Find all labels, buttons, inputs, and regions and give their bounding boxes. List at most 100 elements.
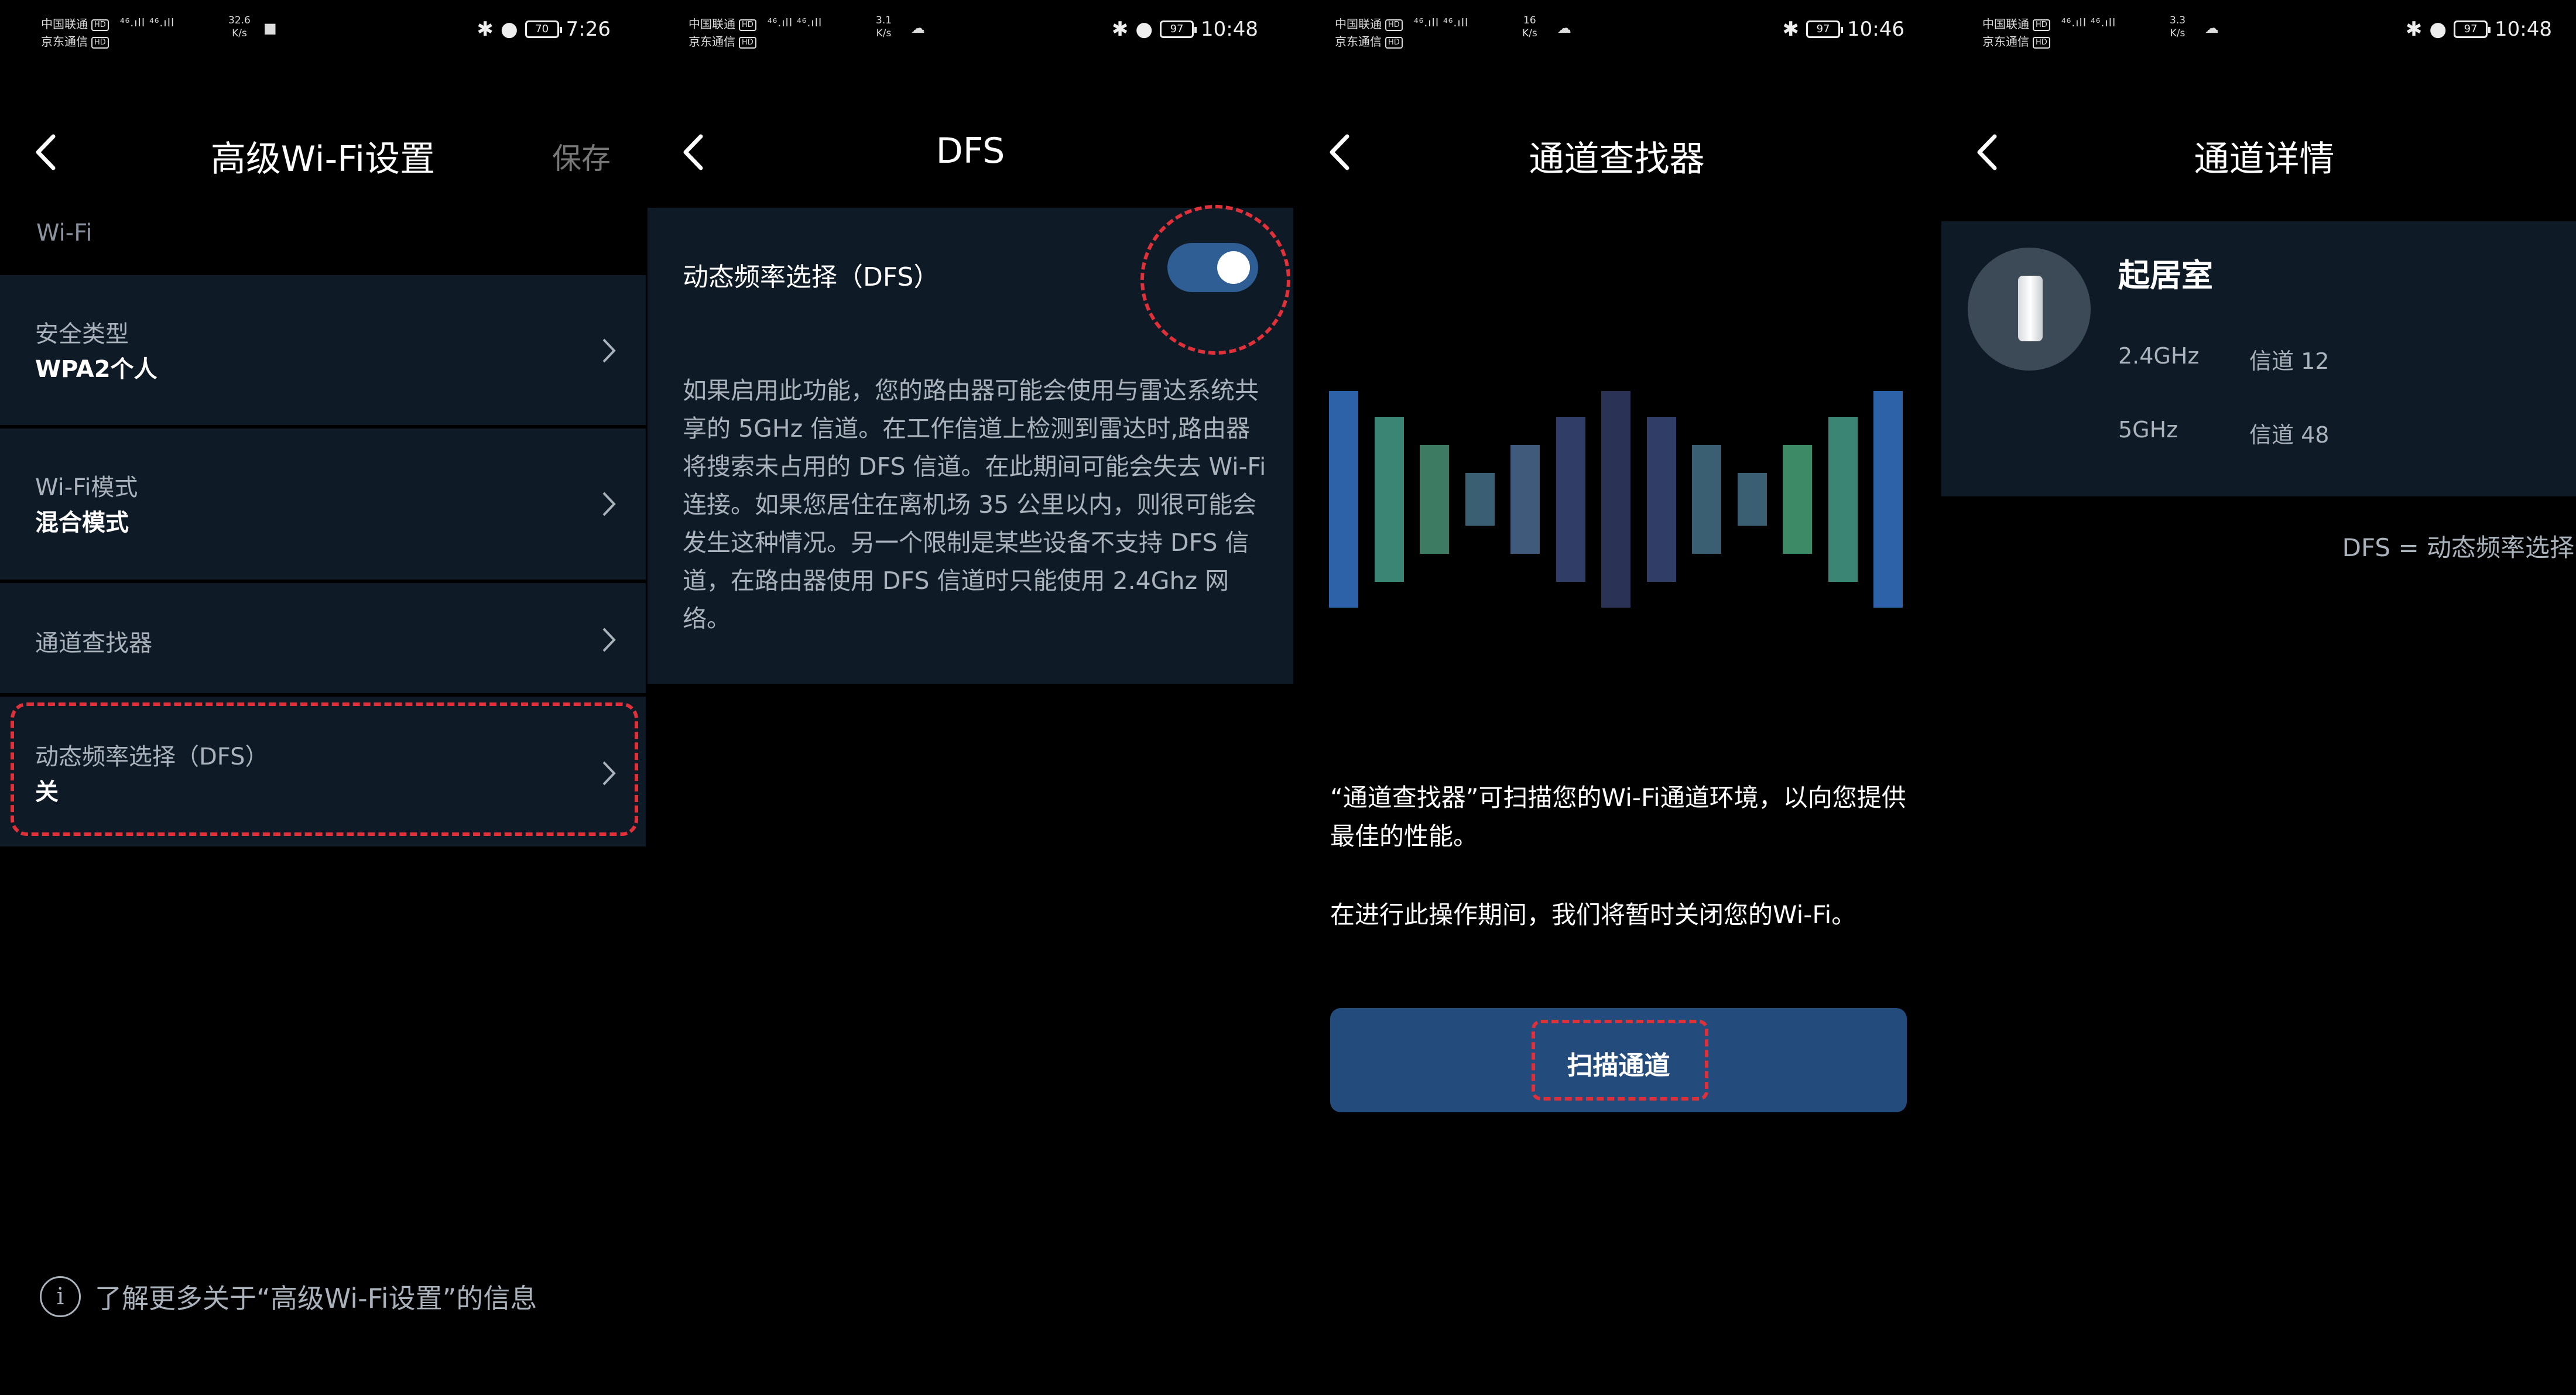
header: 通道查找器 [1294, 114, 1940, 190]
chevron-right-icon [601, 488, 616, 525]
hd-badge: HD [739, 19, 756, 31]
status-right: ✱ ● 97 10:48 [1112, 18, 1258, 41]
bluetooth-icon: ✱ [1111, 18, 1129, 41]
hd-badge: HD [2033, 19, 2050, 31]
wifi-mode-row[interactable]: Wi-Fi模式 混合模式 [0, 426, 646, 580]
clock: 10:48 [2495, 18, 2552, 41]
channel-finder-row[interactable]: 通道查找器 [0, 581, 646, 693]
channel-bar [1828, 417, 1858, 582]
carrier-2: 京东通信 [688, 35, 735, 49]
row-value: 混合模式 [35, 509, 129, 536]
hd-badge: HD [1385, 36, 1403, 49]
learn-more-text: 了解更多关于“高级Wi-Fi设置”的信息 [95, 1283, 537, 1314]
router-node-avatar [1968, 248, 2091, 371]
section-label: Wi-Fi [36, 220, 93, 246]
chevron-right-icon [601, 624, 616, 661]
room-name: 起居室 [2118, 257, 2213, 294]
status-bar: 中国联通 HD 京东通信 HD ⁴⁶.ıll ⁴⁶.ıll 32.6 K/s ■ ✱ … [0, 0, 646, 64]
status-right: ✱ ● 70 7:26 [477, 18, 611, 41]
band-label: 5GHz [2118, 417, 2178, 443]
bluetooth-icon: ✱ [477, 18, 494, 41]
dfs-screen: 中国联通 HD 京东通信 HD ⁴⁶.ıll ⁴⁶.ıll 3.1 K/s ☁ ✱ ●… [648, 0, 1293, 1395]
channel-bar [1510, 445, 1540, 554]
highlight-annotation [1140, 205, 1290, 355]
hd-badge: HD [91, 36, 109, 49]
channel-bar [1737, 473, 1767, 526]
hd-badge: HD [739, 36, 756, 49]
page-title: 通道查找器 [1529, 139, 1705, 180]
clock: 10:48 [1201, 18, 1258, 41]
advanced-wifi-settings-screen: 中国联通 HD 京东通信 HD ⁴⁶.ıll ⁴⁶.ıll 32.6 K/s ■ ✱ … [0, 0, 646, 1395]
clock: 10:46 [1847, 18, 1904, 41]
location-icon: ● [500, 18, 518, 41]
dfs-description: 如果启用此功能，您的路由器可能会使用与雷达系统共享的 5GHz 信道。在工作信道… [683, 376, 1266, 633]
channel-bar [1420, 445, 1449, 554]
row-label: 安全类型 [35, 321, 129, 348]
battery-icon: 97 [1160, 20, 1197, 38]
channel-finder-description: “通道查找器”可扫描您的Wi-Fi通道环境，以向您提供最佳的性能。 [1330, 783, 1906, 851]
hd-badge: HD [91, 19, 109, 31]
dfs-toggle-label: 动态频率选择（DFS） [683, 262, 940, 292]
battery-icon: 70 [525, 20, 562, 38]
channel-bar [1692, 445, 1721, 554]
channel-bar [1556, 417, 1585, 582]
carrier-1: 中国联通 [1982, 17, 2029, 31]
security-type-row[interactable]: 安全类型 WPA2个人 [0, 273, 646, 425]
chevron-right-icon [601, 335, 616, 372]
band-channel: 信道 48 [2249, 422, 2330, 448]
row-label: Wi-Fi模式 [35, 474, 138, 501]
carrier-info: 中国联通 HD 京东通信 HD [1335, 15, 1403, 50]
carrier-2: 京东通信 [1982, 35, 2029, 49]
carrier-1: 中国联通 [1335, 17, 1382, 31]
channel-finder-screen: 中国联通 HD 京东通信 HD ⁴⁶.ıll ⁴⁶.ıll 16 K/s ☁ ✱ 97… [1294, 0, 1940, 1395]
channel-bar [1646, 417, 1676, 582]
carrier-2: 京东通信 [1335, 35, 1382, 49]
signal-icon: ⁴⁶.ıll ⁴⁶.ıll [2061, 16, 2116, 29]
signal-icon: ⁴⁶.ıll ⁴⁶.ıll [120, 16, 175, 29]
bluetooth-icon: ✱ [2405, 18, 2423, 41]
page-title: 通道详情 [2194, 139, 2335, 180]
carrier-info: 中国联通 HD 京东通信 HD [688, 15, 756, 50]
router-icon [2018, 276, 2043, 341]
status-bar: 中国联通 HD 京东通信 HD ⁴⁶.ıll ⁴⁶.ıll 3.1 K/s ☁ ✱ ●… [648, 0, 1293, 64]
header: 高级Wi-Fi设置 保存 [0, 114, 646, 190]
cloud-icon: ☁ [1557, 20, 1571, 36]
signal-icon: ⁴⁶.ıll ⁴⁶.ıll [768, 16, 823, 29]
status-bar: 中国联通 HD 京东通信 HD ⁴⁶.ıll ⁴⁶.ıll 3.3 K/s ☁ ✱ ●… [1941, 0, 2576, 64]
dfs-legend: DFS = 动态频率选择 [2342, 533, 2574, 562]
cloud-icon: ☁ [911, 20, 925, 36]
learn-more-link[interactable]: i 了解更多关于“高级Wi-Fi设置”的信息 [40, 1276, 537, 1317]
net-speed: 16 K/s [1522, 15, 1537, 39]
band-label: 2.4GHz [2118, 343, 2200, 369]
header: 通道详情 [1941, 114, 2576, 190]
row-value: WPA2个人 [35, 356, 157, 383]
carrier-info: 中国联通 HD 京东通信 HD [1982, 15, 2050, 50]
band-channel: 信道 12 [2249, 348, 2330, 374]
row-label: 通道查找器 [35, 630, 152, 657]
channel-visualization-graphic [1329, 391, 1909, 608]
channel-bar [1329, 391, 1358, 608]
hd-badge: HD [2033, 36, 2050, 49]
location-icon: ● [2429, 18, 2447, 41]
channel-bar [1783, 445, 1812, 554]
clock: 7:26 [566, 18, 611, 41]
cloud-icon: ☁ [2205, 20, 2219, 36]
net-speed: 32.6 K/s [228, 15, 251, 39]
wifi-off-notice: 在进行此操作期间，我们将暂时关闭您的Wi-Fi。 [1330, 900, 1856, 929]
bluetooth-icon: ✱ [1782, 18, 1800, 41]
status-right: ✱ ● 97 10:48 [2406, 18, 2552, 41]
net-speed: 3.3 K/s [2170, 15, 2186, 39]
save-button[interactable]: 保存 [552, 135, 611, 177]
page-title: DFS [936, 131, 1005, 172]
signal-icon: ⁴⁶.ıll ⁴⁶.ıll [1414, 16, 1469, 29]
hd-badge: HD [1385, 19, 1403, 31]
header: DFS [648, 114, 1293, 190]
page-title: 高级Wi-Fi设置 [210, 139, 436, 180]
battery-icon: 97 [2454, 20, 2491, 38]
node-detail-card: 起居室 2.4GHz 信道 12 5GHz 信道 48 [1941, 221, 2576, 496]
carrier-2: 京东通信 [41, 35, 88, 49]
carrier-info: 中国联通 HD 京东通信 HD [41, 15, 109, 50]
carrier-1: 中国联通 [41, 17, 88, 31]
location-icon: ● [1135, 18, 1153, 41]
notification-icon: ■ [263, 20, 277, 36]
